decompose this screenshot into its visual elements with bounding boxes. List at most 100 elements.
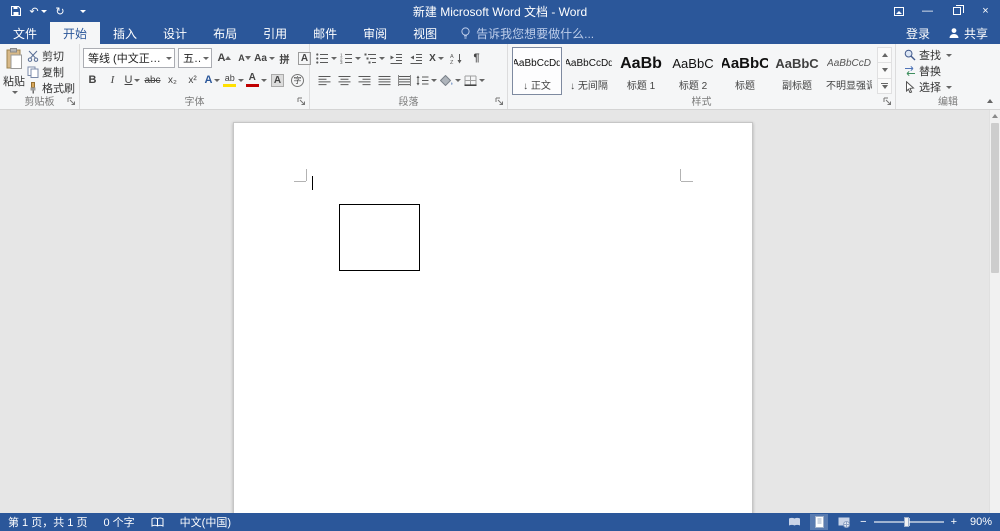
sign-in-button[interactable]: 登录 — [906, 25, 930, 42]
ribbon-tab[interactable]: 邮件 — [300, 22, 350, 44]
grow-font-button[interactable]: A — [215, 49, 234, 68]
zoom-slider[interactable] — [874, 521, 944, 523]
collapse-ribbon-button[interactable] — [983, 95, 997, 107]
ribbon-tab[interactable]: 审阅 — [350, 22, 400, 44]
word-count[interactable]: 0 个字 — [95, 513, 142, 531]
paste-button[interactable]: 粘贴 — [3, 47, 25, 95]
style-card[interactable]: AaBbCcD 不明显强调 — [824, 47, 874, 95]
styles-scroll-down-button[interactable] — [877, 62, 892, 77]
font-name-combo[interactable]: 等线 (中文正文) — [83, 48, 175, 68]
restore-button[interactable] — [942, 0, 971, 22]
asian-layout-button[interactable]: X — [427, 49, 446, 68]
align-left-button[interactable] — [315, 71, 334, 90]
restore-icon — [953, 7, 961, 15]
save-button[interactable] — [6, 0, 26, 22]
align-center-button[interactable] — [335, 71, 354, 90]
multilevel-list-button[interactable] — [363, 49, 386, 68]
zoom-level[interactable]: 90% — [964, 516, 992, 528]
close-button[interactable]: × — [971, 0, 1000, 22]
ribbon-display-options-button[interactable] — [884, 0, 913, 22]
zoom-in-button[interactable]: + — [951, 516, 957, 528]
style-card[interactable]: AaBb 标题 1 — [616, 47, 666, 95]
cut-button[interactable]: 剪切 — [25, 48, 77, 63]
enclose-characters-button[interactable]: 字 — [288, 71, 307, 90]
style-card[interactable]: AaBbC 副标题 — [772, 47, 822, 95]
proofing-status[interactable] — [143, 513, 172, 531]
ribbon-tab[interactable]: 视图 — [400, 22, 450, 44]
styles-more-button[interactable] — [877, 78, 892, 94]
font-size-combo[interactable]: 五号 — [178, 48, 212, 68]
style-card[interactable]: AaBbC 标题 — [720, 47, 770, 95]
shading-button[interactable] — [439, 71, 462, 90]
ribbon-tab[interactable]: 设计 — [150, 22, 200, 44]
document-page[interactable] — [233, 122, 753, 513]
style-sample: AaBbCcD — [827, 50, 871, 77]
tell-me-placeholder: 告诉我您想要做什么... — [476, 25, 594, 42]
style-card[interactable]: AaBbCcDd ↓ 无间隔 — [564, 47, 614, 95]
zoom-slider-handle[interactable] — [904, 517, 909, 527]
subscript-button[interactable]: x₂ — [163, 71, 182, 90]
decrease-indent-button[interactable] — [387, 49, 406, 68]
ribbon-tab[interactable]: 布局 — [200, 22, 250, 44]
web-layout-button[interactable] — [835, 514, 853, 530]
ribbon-tab[interactable]: 引用 — [250, 22, 300, 44]
rectangle-shape[interactable] — [339, 204, 420, 271]
page-indicator[interactable]: 第 1 页，共 1 页 — [0, 513, 95, 531]
line-spacing-button[interactable] — [415, 71, 438, 90]
read-mode-button[interactable] — [785, 514, 803, 530]
strikethrough-button[interactable]: abc — [143, 71, 162, 90]
highlight-color-button[interactable]: ab — [223, 71, 245, 90]
minimize-button[interactable]: — — [913, 0, 942, 22]
text-effects-button[interactable]: A — [203, 71, 222, 90]
customize-qat-button[interactable] — [72, 0, 92, 22]
chevron-down-icon — [946, 86, 952, 89]
justify-button[interactable] — [375, 71, 394, 90]
paragraph-dialog-launcher[interactable] — [494, 96, 505, 107]
ribbon-tab[interactable]: 插入 — [100, 22, 150, 44]
replace-button[interactable]: 替换 — [902, 63, 998, 79]
language-indicator[interactable]: 中文(中国) — [172, 513, 239, 531]
copy-button[interactable]: 复制 — [25, 64, 77, 79]
bold-button[interactable]: B — [83, 71, 102, 90]
chevron-down-icon — [80, 10, 86, 13]
increase-indent-button[interactable] — [407, 49, 426, 68]
align-right-button[interactable] — [355, 71, 374, 90]
style-card[interactable]: AaBbC 标题 2 — [668, 47, 718, 95]
vertical-scrollbar[interactable] — [989, 110, 1000, 513]
style-card[interactable]: AaBbCcDd ↓ 正文 — [512, 47, 562, 95]
print-layout-button[interactable] — [810, 514, 828, 530]
font-color-button[interactable]: A — [246, 71, 268, 90]
tab-file[interactable]: 文件 — [0, 22, 50, 44]
sort-button[interactable]: AZ — [447, 49, 466, 68]
scroll-up-button[interactable] — [990, 110, 1000, 122]
bullets-button[interactable] — [315, 49, 338, 68]
chevron-down-icon — [214, 79, 220, 82]
scrollbar-thumb[interactable] — [991, 123, 999, 273]
borders-button[interactable] — [463, 71, 486, 90]
show-hide-marks-button[interactable]: ¶ — [467, 49, 486, 68]
numbering-button[interactable]: 123 — [339, 49, 362, 68]
find-button[interactable]: 查找 — [902, 47, 998, 63]
undo-button[interactable]: ↶ — [28, 0, 48, 22]
font-color-swatch — [246, 84, 259, 87]
clipboard-dialog-launcher[interactable] — [66, 96, 77, 107]
document-workspace — [0, 110, 1000, 513]
underline-button[interactable]: U — [123, 71, 142, 90]
ribbon-tab[interactable]: 开始 — [50, 22, 100, 44]
svg-text:3: 3 — [340, 60, 343, 64]
italic-button[interactable]: I — [103, 71, 122, 90]
styles-scroll-up-button[interactable] — [877, 47, 892, 62]
superscript-button[interactable]: x² — [183, 71, 202, 90]
font-dialog-launcher[interactable] — [296, 96, 307, 107]
tell-me-box[interactable]: 告诉我您想要做什么... — [460, 22, 594, 44]
share-button[interactable]: 共享 — [948, 25, 988, 42]
distribute-button[interactable] — [395, 71, 414, 90]
zoom-out-button[interactable]: − — [860, 516, 866, 528]
redo-button[interactable]: ↻ — [50, 0, 70, 22]
character-shading-button[interactable]: A — [268, 71, 287, 90]
shrink-font-button[interactable]: A — [235, 49, 254, 68]
styles-dialog-launcher[interactable] — [882, 96, 893, 107]
phonetic-guide-button[interactable]: 拼 — [275, 49, 294, 68]
change-case-button[interactable]: Aa — [255, 49, 274, 68]
quick-access-toolbar: ↶ ↻ — [0, 0, 92, 22]
